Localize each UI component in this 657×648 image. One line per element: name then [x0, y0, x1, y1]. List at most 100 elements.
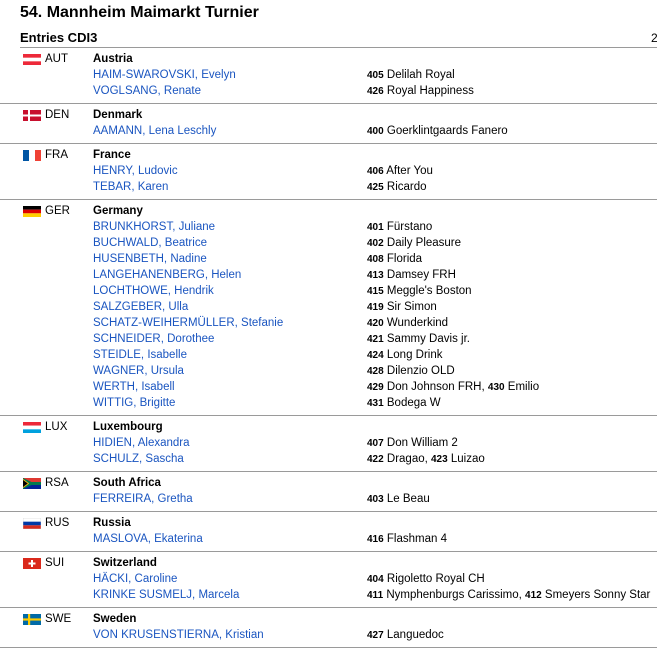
horse-list: 403 Le Beau — [367, 491, 430, 508]
horse-list: 420 Wunderkind — [367, 315, 448, 332]
country-group: LUX Luxembourg HIDIEN, Alexandra 407 Don Wi… — [0, 416, 657, 472]
horse-number: 406 — [367, 166, 384, 177]
rider-link[interactable]: LANGEHANENBERG, Helen — [93, 267, 241, 283]
entry-row: HÄCKI, Caroline 404 Rigoletto Royal CH — [0, 571, 657, 587]
south-africa-flag-icon — [22, 478, 41, 489]
country-group: RUS Russia MASLOVA, Ekaterina 416 Flashman … — [0, 512, 657, 552]
horse-list: 428 Dilenzio OLD — [367, 363, 455, 380]
rider-link[interactable]: VON KRUSENSTIERNA, Kristian — [93, 627, 264, 643]
rider-link[interactable]: SCHATZ-WEIHERMÜLLER, Stefanie — [93, 315, 283, 331]
rider-link[interactable]: FERREIRA, Gretha — [93, 491, 193, 507]
country-header-row: LUX Luxembourg — [0, 419, 657, 435]
rider-link[interactable]: SCHULZ, Sascha — [93, 451, 184, 467]
horse-name: Le Beau — [386, 493, 430, 505]
country-code: LUX — [45, 421, 68, 433]
country-header-row: SWE Sweden — [0, 611, 657, 627]
entry-row: WITTIG, Brigitte 431 Bodega W — [0, 395, 657, 411]
rider-link[interactable]: WERTH, Isabell — [93, 379, 175, 395]
horse-number: 402 — [367, 238, 384, 249]
country-name: Denmark — [93, 109, 143, 121]
rider-link[interactable]: LOCHTHOWE, Hendrik — [93, 283, 214, 299]
horse-number: 426 — [367, 86, 384, 97]
country-name: Sweden — [93, 613, 137, 625]
horse-name: Bodega W — [386, 397, 441, 409]
rider-link[interactable]: MASLOVA, Ekaterina — [93, 531, 203, 547]
rider-link[interactable]: BRUNKHORST, Juliane — [93, 219, 215, 235]
rider-link[interactable]: HAIM-SWAROVSKI, Evelyn — [93, 67, 236, 83]
horse-list: 411 Nymphenburgs Carissimo, 412 Smeyers … — [367, 589, 651, 601]
horse-list: 425 Ricardo — [367, 179, 427, 196]
rider-link[interactable]: HUSENBETH, Nadine — [93, 251, 207, 267]
country-group: DEN Denmark AAMANN, Lena Leschly 400 Goerkl… — [0, 104, 657, 144]
horse-name: Fürstano — [386, 221, 433, 233]
horse-number: 428 — [367, 366, 384, 377]
rider-link[interactable]: SCHNEIDER, Dorothee — [93, 331, 214, 347]
rider-link[interactable]: KRINKE SUSMELJ, Marcela — [93, 587, 239, 603]
horse-number: 430 — [487, 382, 505, 393]
horse-number: 427 — [367, 630, 384, 641]
horse-list: 400 Goerklintgaards Fanero — [367, 123, 508, 140]
rider-link[interactable]: HIDIEN, Alexandra — [93, 435, 190, 451]
horse-list: 419 Sir Simon — [367, 299, 437, 316]
horse-name: Goerklintgaards Fanero — [386, 125, 508, 137]
russia-flag-icon — [22, 517, 42, 530]
country-header-row: FRA France — [0, 147, 657, 163]
rider-link[interactable]: HÄCKI, Caroline — [93, 571, 177, 587]
denmark-flag-icon — [23, 110, 41, 121]
country-code: RSA — [45, 477, 69, 489]
horse-list: 431 Bodega W — [367, 395, 441, 412]
horse-list: 401 Fürstano — [367, 219, 432, 236]
rider-link[interactable]: TEBAR, Karen — [93, 179, 168, 195]
horse-number: 421 — [367, 334, 384, 345]
austria-flag-icon — [23, 54, 41, 65]
luxembourg-flag-icon — [23, 422, 41, 433]
rider-link[interactable]: WITTIG, Brigitte — [93, 395, 175, 411]
horse-list: 424 Long Drink — [367, 347, 443, 364]
rider-link[interactable]: HENRY, Ludovic — [93, 163, 178, 179]
horse-number: 403 — [367, 494, 384, 505]
rider-link[interactable]: BUCHWALD, Beatrice — [93, 235, 207, 251]
horse-name: Dragao — [386, 453, 425, 465]
country-name: South Africa — [93, 477, 161, 489]
entry-row: VOGLSANG, Renate 426 Royal Happiness — [0, 83, 657, 99]
horse-number: 412 — [525, 590, 542, 601]
horse-number: 423 — [431, 454, 448, 465]
horse-list: 406 After You — [367, 163, 433, 180]
country-name: Germany — [93, 205, 143, 217]
horse-number: 415 — [367, 286, 384, 297]
country-code: SUI — [45, 557, 65, 569]
horse-number: 401 — [367, 222, 384, 233]
country-header-row: DEN Denmark — [0, 107, 657, 123]
horse-number: 419 — [367, 302, 384, 313]
country-group: RSA South Africa FERREIRA, Gretha 403 Le Be… — [0, 472, 657, 512]
country-code: RUS — [45, 517, 70, 529]
entry-row: WERTH, Isabell 429 Don Johnson FRH, 430 E… — [0, 379, 657, 395]
entry-row: VON KRUSENSTIERNA, Kristian 427 Languedoc — [0, 627, 657, 643]
horse-name: Delilah Royal — [386, 69, 455, 81]
horse-name: Royal Happiness — [386, 85, 474, 97]
horse-number: 429 — [367, 382, 384, 393]
rider-link[interactable]: AAMANN, Lena Leschly — [93, 123, 216, 139]
entry-row: BUCHWALD, Beatrice 402 Daily Pleasure — [0, 235, 657, 251]
horse-name: Damsey FRH — [386, 269, 456, 281]
horse-list: 415 Meggle's Boston — [367, 283, 472, 300]
horse-name: Luizao — [450, 453, 485, 465]
entry-row: LOCHTHOWE, Hendrik 415 Meggle's Boston — [0, 283, 657, 299]
country-name: Luxembourg — [93, 421, 163, 433]
horse-name: Emilio — [507, 381, 540, 393]
country-code: FRA — [45, 149, 68, 161]
rider-link[interactable]: STEIDLE, Isabelle — [93, 347, 187, 363]
horse-number: 425 — [367, 182, 384, 193]
horse-number: 407 — [367, 438, 384, 449]
country-name: Austria — [93, 53, 133, 65]
rider-link[interactable]: WAGNER, Ursula — [93, 363, 184, 379]
entry-row: TEBAR, Karen 425 Ricardo — [0, 179, 657, 195]
horse-number: 422 — [367, 454, 384, 465]
rider-link[interactable]: VOGLSANG, Renate — [93, 83, 201, 99]
switzerland-flag-icon — [23, 558, 41, 569]
rider-link[interactable]: SALZGEBER, Ulla — [93, 299, 188, 315]
horse-number: 408 — [367, 254, 384, 265]
country-group: FRA France HENRY, Ludovic 406 After You TEBA… — [0, 144, 657, 200]
entry-row: WAGNER, Ursula 428 Dilenzio OLD — [0, 363, 657, 379]
entry-row: STEIDLE, Isabelle 424 Long Drink — [0, 347, 657, 363]
